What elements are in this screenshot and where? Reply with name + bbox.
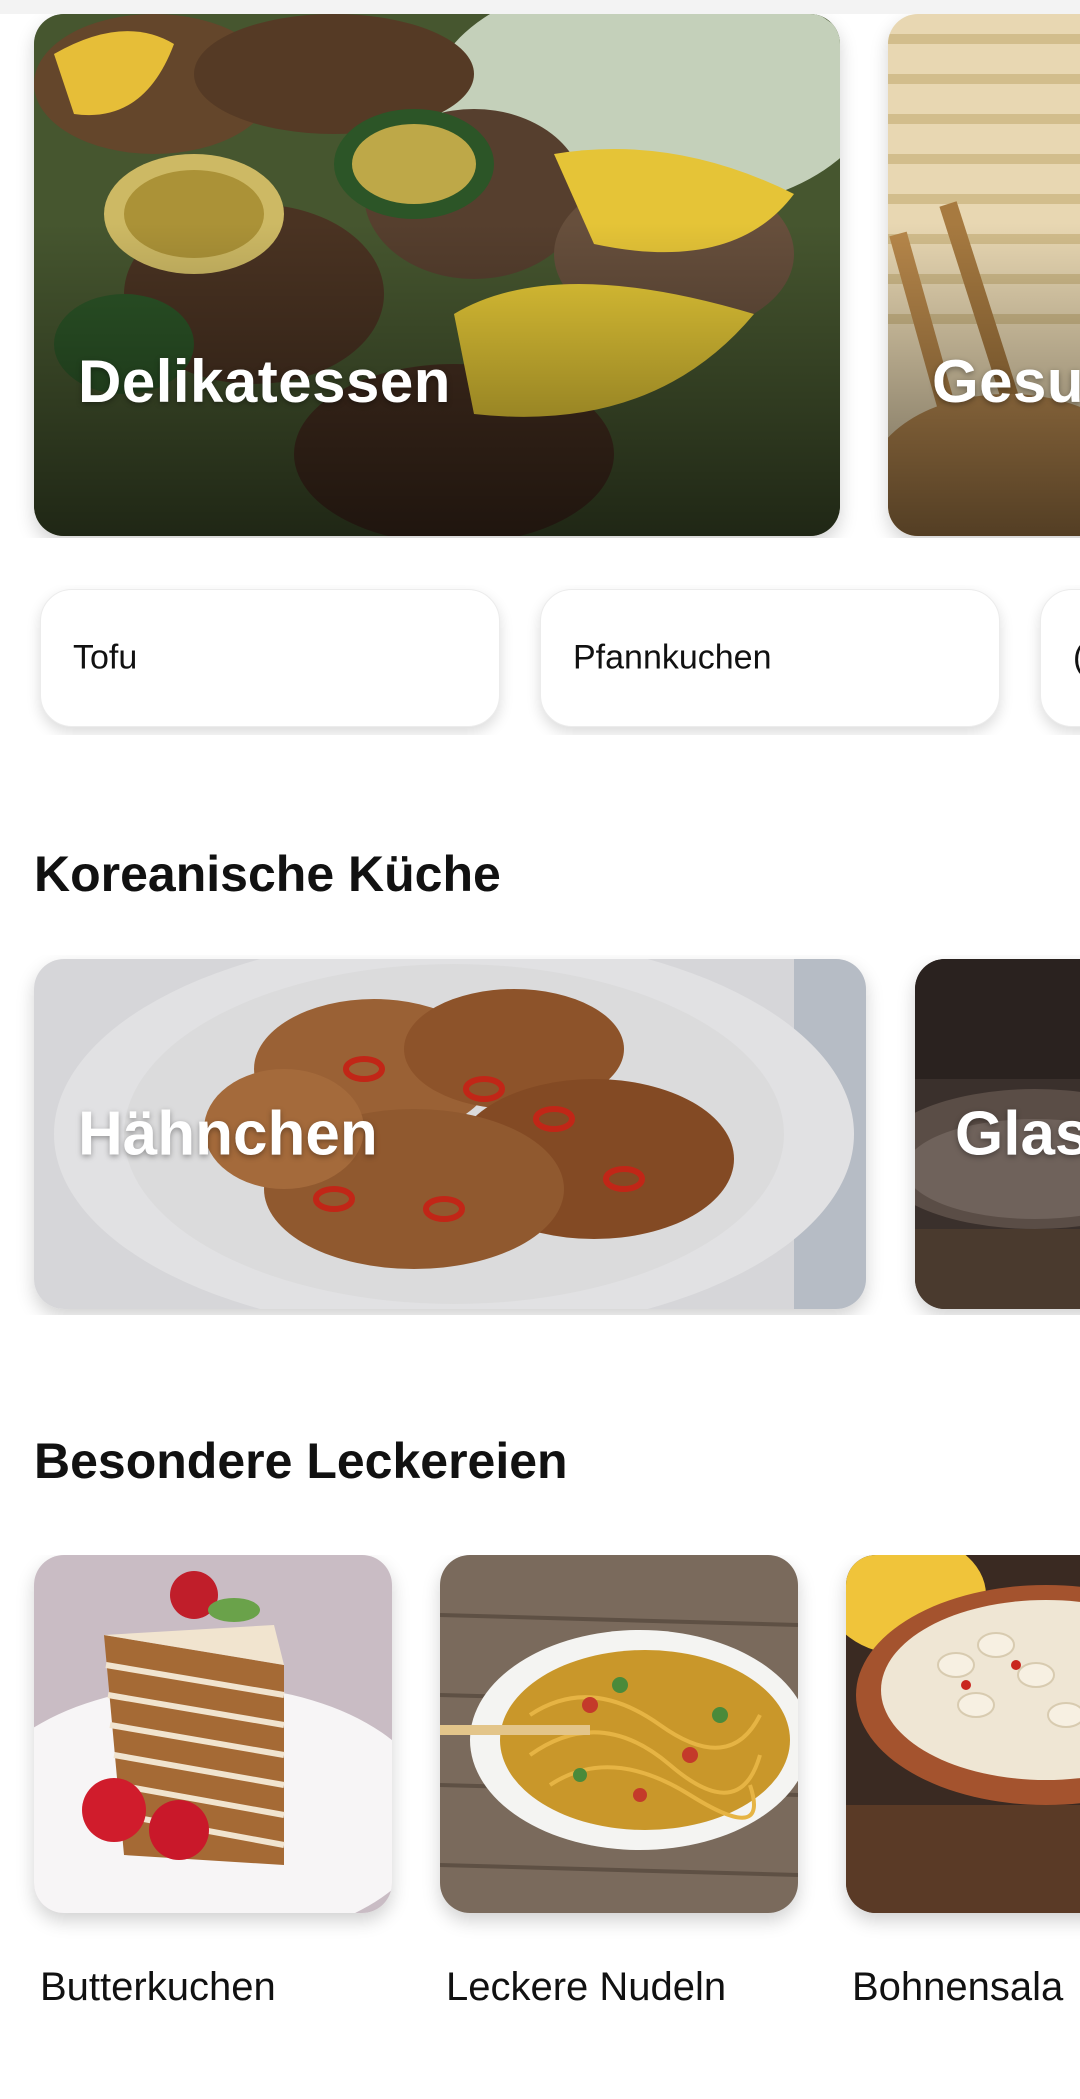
section-title-specials: Besondere Leckereien bbox=[34, 1433, 568, 1489]
special-label: Bohnensala bbox=[852, 1965, 1064, 2009]
special-card-leckere-nudeln[interactable]: Leckere Nudeln bbox=[440, 1555, 798, 2009]
section-title-korean: Koreanische Küche bbox=[34, 846, 501, 902]
korean-card-glas[interactable]: Glas bbox=[915, 959, 1080, 1309]
special-card-butterkuchen[interactable]: Butterkuchen bbox=[34, 1555, 392, 2009]
chip-pfannkuchen[interactable]: Pfannkuchen bbox=[540, 589, 1000, 727]
special-card-bohnensalat[interactable]: Bohnensala bbox=[846, 1555, 1080, 2009]
noodles-image bbox=[440, 1555, 798, 1913]
korean-card-label: Hähnchen bbox=[78, 1099, 378, 1169]
korean-cards-carousel[interactable]: Hähnchen Glas bbox=[0, 955, 1080, 1315]
category-card-label: Delikatessen bbox=[78, 348, 451, 415]
special-label: Butterkuchen bbox=[40, 1965, 276, 2009]
bean-salad-image bbox=[846, 1555, 1080, 1913]
specials-carousel[interactable]: Butterkuchen Leckere Nudeln Bohnensala bbox=[0, 1555, 1080, 2015]
special-label: Leckere Nudeln bbox=[446, 1965, 727, 2009]
chip-next[interactable]: ( bbox=[1040, 589, 1080, 727]
cake-image bbox=[34, 1555, 392, 1913]
korean-card-label: Glas bbox=[955, 1099, 1080, 1169]
category-card-gesund[interactable]: Gesu bbox=[888, 14, 1080, 536]
korean-card-haehnchen[interactable]: Hähnchen bbox=[34, 959, 866, 1309]
category-carousel[interactable]: Delikatessen Gesu bbox=[0, 14, 1080, 538]
category-card-label: Gesu bbox=[932, 348, 1080, 415]
chip-tofu[interactable]: Tofu bbox=[40, 589, 500, 727]
category-card-delikatessen[interactable]: Delikatessen bbox=[34, 14, 840, 536]
screen: Delikatessen Gesu Tofu Pfannkuchen Korea… bbox=[0, 0, 1080, 2099]
status-bar-strip bbox=[0, 0, 1080, 14]
quick-filter-chips[interactable]: Tofu Pfannkuchen ( bbox=[0, 585, 1080, 735]
